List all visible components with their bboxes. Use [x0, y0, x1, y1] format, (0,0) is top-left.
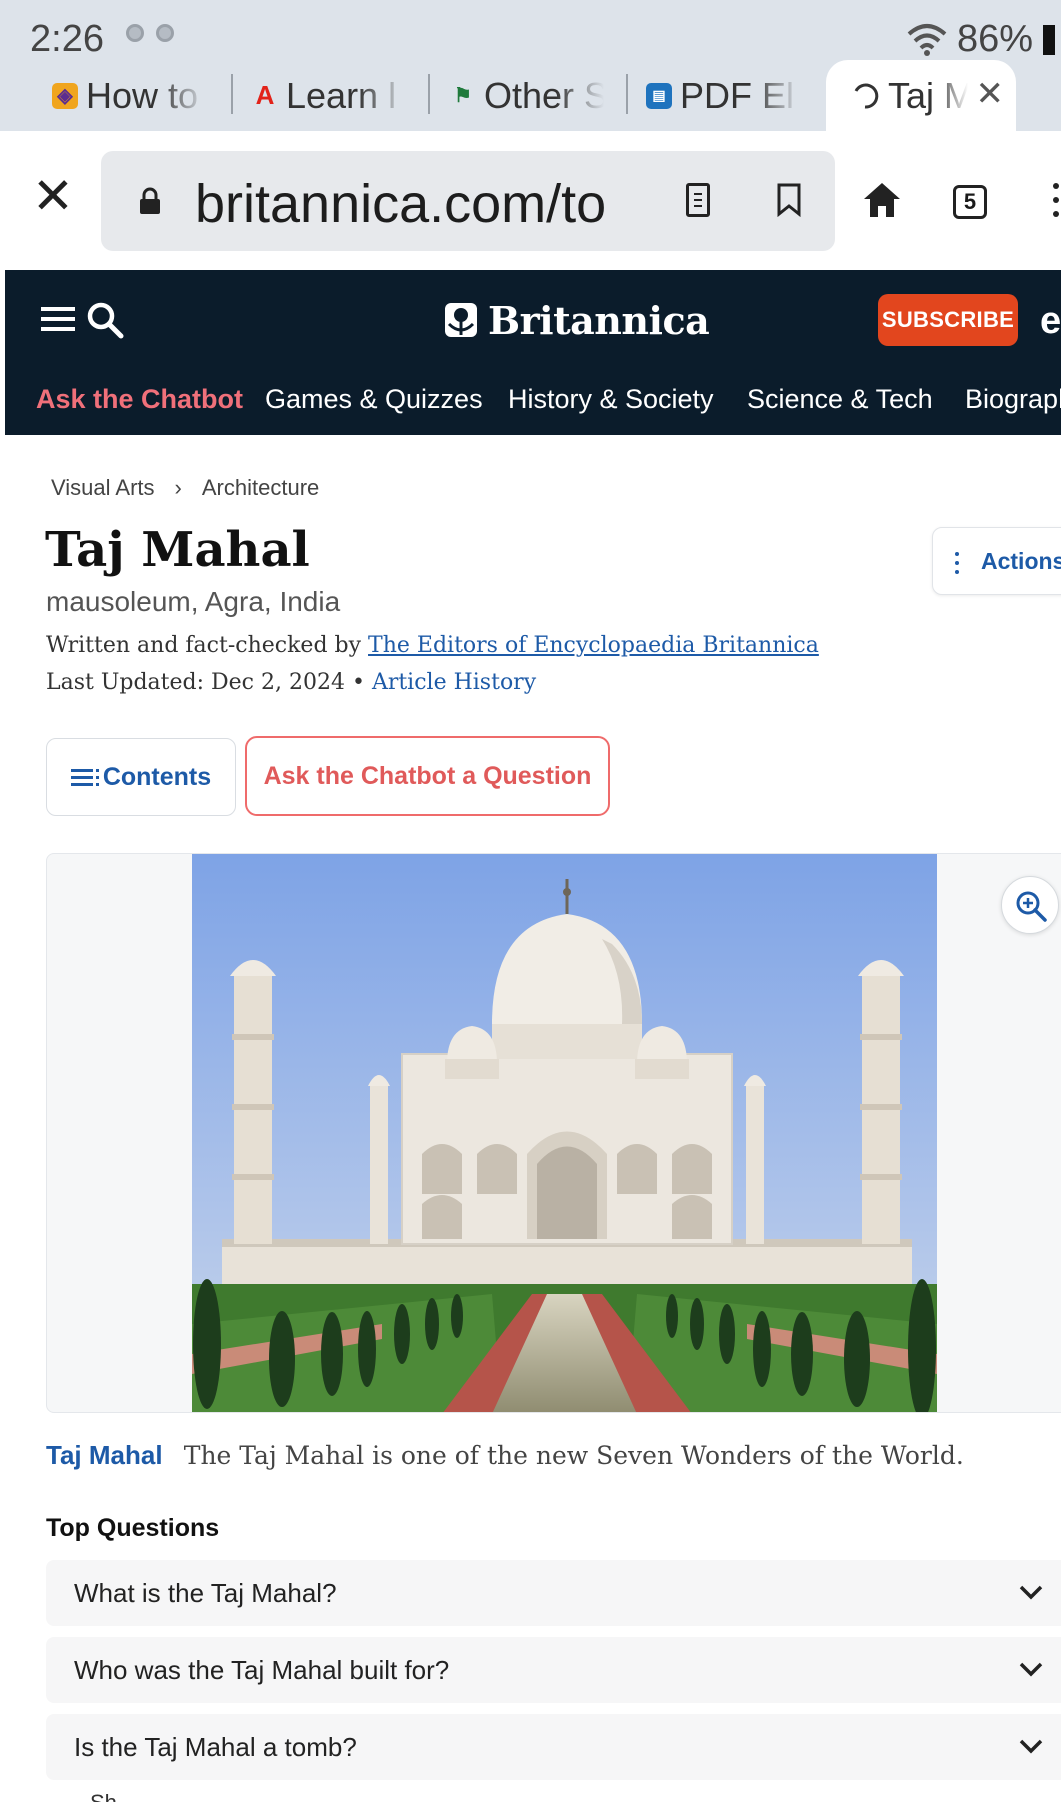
chevron-down-icon	[1019, 1585, 1043, 1600]
notification-icon	[156, 24, 174, 42]
actions-button[interactable]: Actions	[932, 527, 1061, 595]
home-icon[interactable]	[862, 181, 902, 219]
last-updated: Last Updated: Dec 2, 2024 • Article Hist…	[46, 670, 537, 695]
account-icon[interactable]: e	[1040, 300, 1061, 343]
address-bar-row: ✕ britannica.com/to 5	[0, 131, 1061, 269]
image-caption: Taj Mahal The Taj Mahal is one of the ne…	[46, 1440, 964, 1471]
battery-icon	[1043, 24, 1055, 55]
site-header: Britannica SUBSCRIBE e Ask the Chatbot G…	[5, 270, 1061, 435]
britannica-logo[interactable]: Britannica	[444, 292, 710, 348]
ask-chatbot-button[interactable]: Ask the Chatbot a Question	[245, 736, 610, 816]
url-text[interactable]: britannica.com/to	[195, 173, 755, 235]
zoom-button[interactable]	[1001, 876, 1059, 934]
tab-other[interactable]: ⚑ Other S	[450, 60, 618, 131]
nav-science-tech[interactable]: Science & Tech	[747, 384, 933, 415]
faq-item[interactable]: Who was the Taj Mahal built for?	[46, 1637, 1061, 1703]
caption-title[interactable]: Taj Mahal	[46, 1440, 163, 1470]
tab-strip: ◈ How to A Learn l ⚑ Other S ▤ PDF El Ta…	[0, 60, 1061, 131]
tab-how-to[interactable]: ◈ How to	[52, 60, 222, 131]
tab-close-icon[interactable]: ✕	[976, 74, 1005, 114]
article-history-link[interactable]: Article History	[372, 670, 536, 695]
battery-percent: 86%	[956, 18, 1033, 60]
status-indicators: 86%	[907, 18, 1055, 61]
page-subtitle: mausoleum, Agra, India	[46, 586, 341, 617]
chevron-right-icon: ›	[174, 475, 182, 500]
hamburger-menu-icon[interactable]	[41, 306, 75, 332]
vertical-dots-icon	[955, 551, 959, 574]
byline: Written and fact-checked by The Editors …	[46, 633, 819, 658]
media-frame	[46, 853, 1061, 1413]
loading-icon	[854, 83, 879, 109]
chevron-down-icon	[1019, 1662, 1043, 1677]
notification-icon	[126, 24, 144, 42]
faq-item[interactable]: What is the Taj Mahal?	[46, 1560, 1061, 1626]
overflow-menu-icon[interactable]	[1053, 183, 1059, 219]
taj-mahal-photo[interactable]	[192, 854, 937, 1413]
tab-switcher-button[interactable]: 5	[953, 185, 987, 219]
brand-name: Britannica	[488, 297, 710, 343]
faq-item[interactable]: Is the Taj Mahal a tomb?	[46, 1714, 1061, 1780]
status-time: 2:26	[30, 18, 104, 60]
status-bar: 2:26 86%	[0, 10, 1061, 62]
tab-separator	[626, 74, 628, 114]
reader-mode-icon[interactable]	[686, 183, 710, 217]
tab-pdf[interactable]: ▤ PDF El	[646, 60, 816, 131]
chevron-down-icon	[1019, 1739, 1043, 1754]
top-questions-heading: Top Questions	[46, 1514, 220, 1542]
browser-chrome-top: 2:26 86% ◈ How to A Learn l ⚑ Other S ▤ …	[0, 0, 1061, 131]
thistle-logo-icon	[445, 303, 477, 337]
main-nav: Ask the Chatbot Games & Quizzes History …	[5, 376, 1061, 426]
flag-favicon-icon: ⚑	[454, 85, 472, 107]
editors-link[interactable]: The Editors of Encyclopaedia Britannica	[368, 633, 819, 658]
tab-learn[interactable]: A Learn l	[252, 60, 420, 131]
search-icon[interactable]	[85, 300, 125, 340]
colorful-favicon-icon: ◈	[52, 82, 78, 109]
nav-ask-the-chatbot[interactable]: Ask the Chatbot	[36, 384, 243, 415]
address-bar[interactable]: britannica.com/to	[101, 151, 835, 251]
page-title: Taj Mahal	[45, 522, 310, 578]
lock-icon	[140, 187, 160, 214]
nav-games-quizzes[interactable]: Games & Quizzes	[265, 384, 483, 415]
tab-separator	[428, 74, 430, 114]
wifi-icon	[907, 23, 947, 56]
adobe-favicon-icon: A	[255, 80, 275, 110]
nav-biographies[interactable]: Biographi	[965, 384, 1061, 415]
bookmark-icon[interactable]	[777, 183, 801, 217]
document-favicon-icon: ▤	[646, 82, 672, 109]
nav-history-society[interactable]: History & Society	[508, 384, 714, 415]
subscribe-button[interactable]: SUBSCRIBE	[878, 294, 1018, 346]
breadcrumb-architecture[interactable]: Architecture	[202, 475, 319, 501]
breadcrumb: Visual Arts › Architecture	[51, 475, 319, 501]
zoom-in-icon	[1016, 891, 1047, 922]
list-icon	[70, 767, 99, 787]
caption-text: The Taj Mahal is one of the new Seven Wo…	[183, 1441, 964, 1470]
tab-separator	[231, 74, 233, 114]
contents-button[interactable]: Contents	[46, 738, 236, 816]
faq-item-partial[interactable]: Sh	[90, 1790, 117, 1802]
tab-taj-mahal[interactable]: Taj M ✕	[826, 60, 1016, 131]
breadcrumb-visual-arts[interactable]: Visual Arts	[51, 475, 155, 501]
close-icon[interactable]: ✕	[32, 171, 74, 221]
